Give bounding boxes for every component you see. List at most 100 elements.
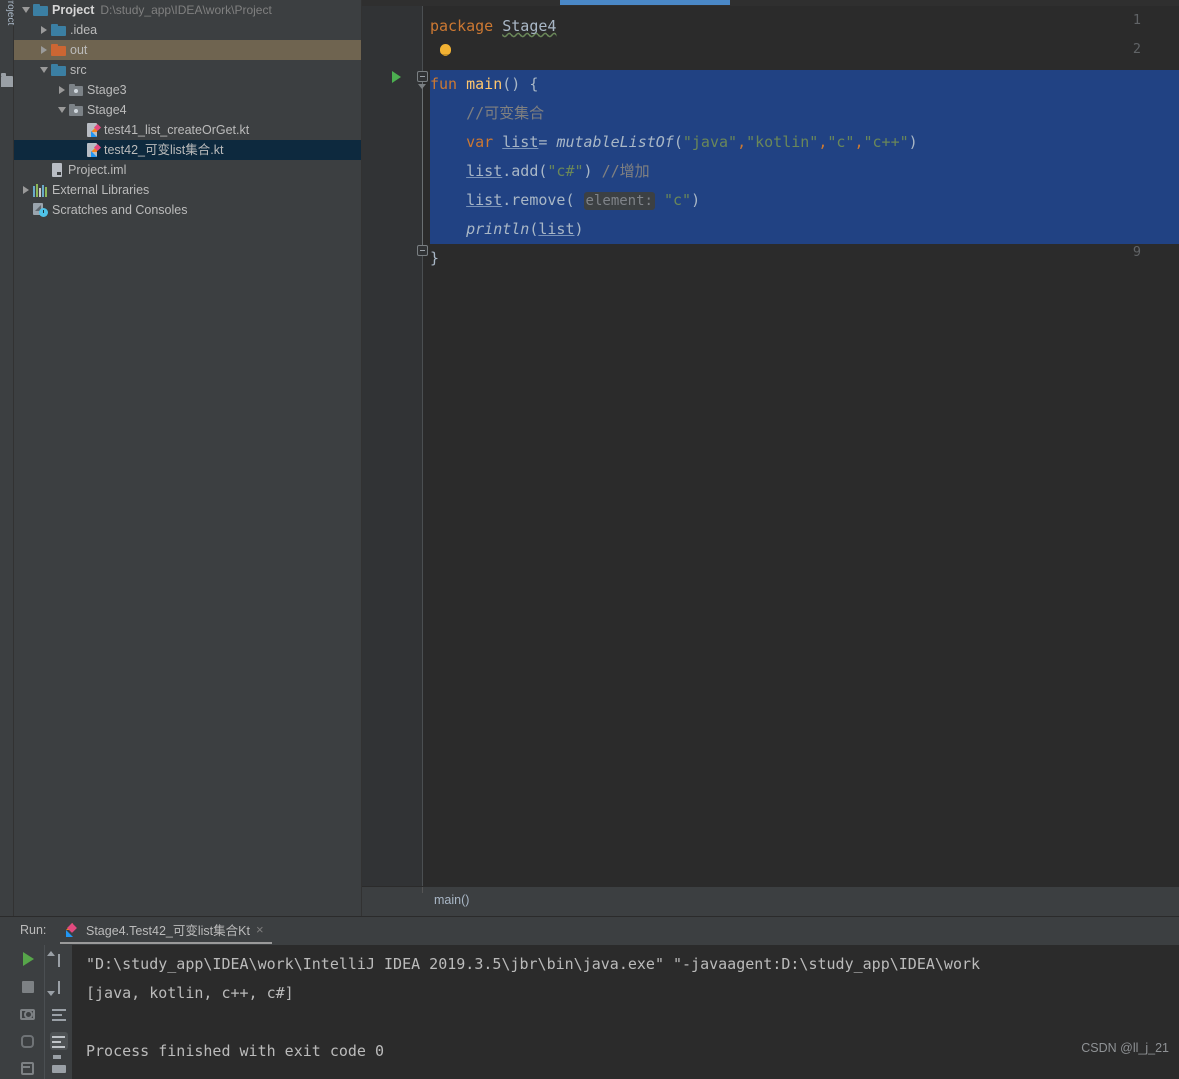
- run-configuration-tab[interactable]: Stage4.Test42_可变list集合Kt ×: [60, 917, 272, 944]
- external-libraries-icon: [33, 183, 48, 197]
- rerun-button[interactable]: [19, 951, 37, 969]
- code-line[interactable]: //可变集合: [430, 99, 544, 128]
- chevron-down-icon[interactable]: [56, 100, 69, 120]
- selection-highlight: [430, 70, 1179, 99]
- tree-item-label: .idea: [70, 23, 98, 37]
- tree-row[interactable]: Project.iml: [14, 160, 361, 180]
- tree-item-label: External Libraries: [52, 183, 150, 197]
- code-token: //可变集合: [430, 104, 545, 122]
- exit-icon[interactable]: [19, 1059, 37, 1077]
- active-tab-indicator: [560, 0, 730, 5]
- kotlin-file-icon: [87, 142, 102, 158]
- code-token: "c++": [863, 133, 909, 151]
- project-window-icon: [1, 73, 13, 87]
- camera-icon[interactable]: [19, 1005, 37, 1023]
- code-token: ): [908, 133, 918, 151]
- fold-region-line: [422, 82, 423, 245]
- editor-gutter[interactable]: [362, 6, 422, 886]
- code-token: (: [673, 133, 683, 151]
- scroll-end-icon[interactable]: [49, 1032, 68, 1050]
- project-tree-panel[interactable]: Project D:\study_app\IDEA\work\Project .id…: [14, 0, 362, 916]
- tree-item-label: src: [70, 63, 87, 77]
- tree-row[interactable]: Stage4: [14, 100, 361, 120]
- chevron-down-icon[interactable]: [20, 0, 33, 20]
- chevron-right-icon[interactable]: [56, 80, 69, 100]
- breadcrumb[interactable]: main(): [434, 893, 469, 907]
- code-line[interactable]: fun main() {: [430, 70, 538, 99]
- iml-file-icon: [51, 162, 64, 178]
- code-token: "kotlin": [746, 133, 819, 151]
- arrow-up-icon[interactable]: [50, 951, 68, 969]
- bug-icon[interactable]: [19, 1032, 37, 1050]
- code-line[interactable]: list.remove( element: "c"): [430, 186, 700, 215]
- tree-item-label: Scratches and Consoles: [52, 203, 188, 217]
- code-editor[interactable]: 123456789 package Stage4fun main() { //可…: [362, 0, 1179, 916]
- tree-row[interactable]: Project D:\study_app\IDEA\work\Project: [14, 0, 361, 20]
- code-line[interactable]: package Stage4: [430, 12, 556, 41]
- folder-blue-icon: [51, 64, 66, 76]
- console-line: [java, kotlin, c++, c#]: [86, 984, 294, 1002]
- code-token: .remove(: [502, 191, 584, 209]
- breadcrumb-divider: [422, 887, 423, 893]
- tree-item-label: Stage4: [87, 103, 127, 117]
- tree-item-label: Stage3: [87, 83, 127, 97]
- code-token: =: [538, 133, 557, 151]
- chevron-right-icon[interactable]: [38, 20, 51, 40]
- package-icon: [69, 84, 83, 96]
- tree-row[interactable]: Scratches and Consoles: [14, 200, 361, 220]
- kotlin-file-icon: [87, 122, 102, 138]
- code-line[interactable]: }: [430, 244, 439, 273]
- chevron-down-icon[interactable]: [38, 60, 51, 80]
- code-token: ,: [854, 133, 864, 151]
- tree-row[interactable]: out: [14, 40, 361, 60]
- stop-button[interactable]: [19, 978, 37, 996]
- code-token: list: [502, 133, 539, 151]
- run-gutter-icon[interactable]: [392, 71, 401, 83]
- code-token: list: [466, 191, 503, 209]
- arrow-down-icon[interactable]: [50, 978, 68, 996]
- tree-row[interactable]: test42_可变list集合.kt: [14, 140, 361, 160]
- print-icon[interactable]: [50, 1059, 68, 1077]
- chevron-right-icon[interactable]: [38, 40, 51, 60]
- code-token: var: [466, 133, 503, 151]
- tree-row[interactable]: test41_list_createOrGet.kt: [14, 120, 361, 140]
- tree-row[interactable]: External Libraries: [14, 180, 361, 200]
- close-icon[interactable]: ×: [256, 922, 264, 937]
- console-line: Process finished with exit code 0: [86, 1042, 385, 1060]
- tree-row[interactable]: .idea: [14, 20, 361, 40]
- tree-item-path: D:\study_app\IDEA\work\Project: [100, 3, 272, 17]
- code-token: "c": [827, 133, 855, 151]
- run-tool-window: Run: Stage4.Test42_可变list集合Kt × "D:\stud…: [0, 916, 1179, 1079]
- code-token: }: [430, 249, 440, 267]
- code-token: main: [466, 75, 503, 93]
- tree-item-label: test41_list_createOrGet.kt: [104, 123, 250, 137]
- run-label: Run:: [20, 923, 47, 937]
- code-line[interactable]: println(list): [430, 215, 584, 244]
- folder-blue-icon: [33, 4, 48, 16]
- console-output[interactable]: "D:\study_app\IDEA\work\IntelliJ IDEA 20…: [72, 945, 1179, 1079]
- chevron-right-icon[interactable]: [20, 180, 33, 200]
- code-token: "java": [682, 133, 738, 151]
- code-token: list: [466, 162, 503, 180]
- code-line[interactable]: list.add("c#") //增加: [430, 157, 650, 186]
- fold-collapse-icon[interactable]: [417, 71, 428, 82]
- wrap-icon[interactable]: [50, 1005, 68, 1023]
- fold-end-icon[interactable]: [417, 245, 428, 256]
- tree-row[interactable]: Stage3: [14, 80, 361, 100]
- code-token: //增加: [601, 162, 650, 180]
- code-line[interactable]: var list= mutableListOf("java","kotlin",…: [430, 128, 918, 157]
- code-token: .add(: [502, 162, 548, 180]
- code-token: package: [430, 17, 503, 35]
- tree-row[interactable]: src: [14, 60, 361, 80]
- scratches-icon: [33, 203, 48, 217]
- code-token: ): [574, 220, 584, 238]
- tree-item-label: test42_可变list集合.kt: [104, 143, 224, 157]
